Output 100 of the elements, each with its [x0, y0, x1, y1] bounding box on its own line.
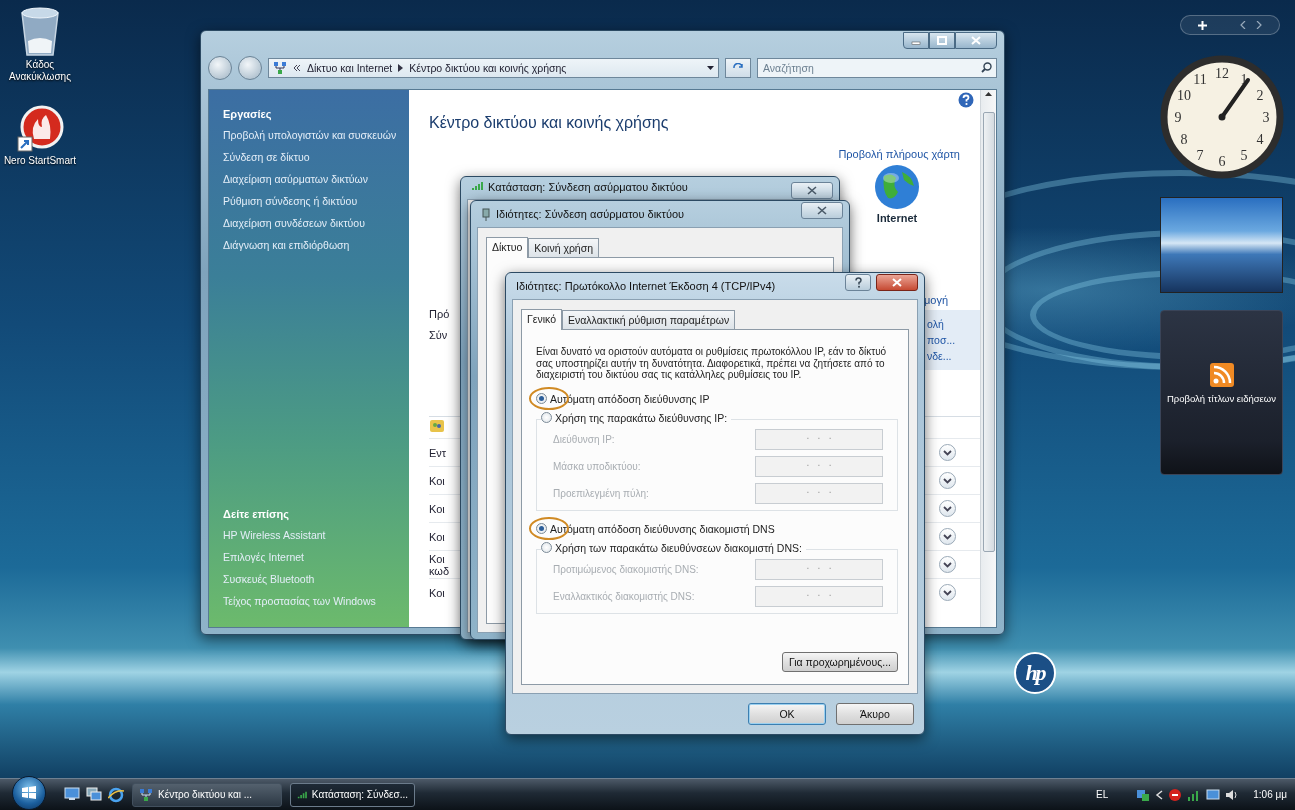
expand-button[interactable]	[939, 584, 956, 601]
desktop-icon[interactable]	[64, 786, 80, 801]
clock-time[interactable]: 1:06 μμ	[1253, 789, 1287, 800]
network-icon	[273, 61, 287, 75]
ok-button[interactable]: OK	[748, 703, 826, 725]
scrollbar[interactable]	[980, 90, 996, 627]
chevron-right-icon	[398, 64, 404, 72]
customize-link[interactable]: μογή	[924, 294, 980, 306]
breadcrumb-item[interactable]: Κέντρο δικτύου και κοινής χρήσης	[409, 62, 567, 74]
advanced-button[interactable]: Για προχωρημένους...	[781, 652, 898, 672]
maximize-button[interactable]	[929, 32, 955, 49]
forward-button[interactable]	[238, 56, 262, 80]
tab[interactable]: Κοινή χρήση	[528, 238, 600, 257]
feed-text[interactable]: Προβολή τίτλων ειδήσεων	[1167, 393, 1276, 405]
radio-option[interactable]: Χρήση της παρακάτω διεύθυνσης IP:	[541, 411, 732, 424]
chevron-down-icon	[943, 533, 952, 540]
tab[interactable]: Γενικό	[521, 309, 562, 330]
row-text: Σύν	[429, 329, 449, 341]
expand-button[interactable]	[939, 556, 956, 573]
row-text: Κοι	[429, 586, 445, 599]
scroll-thumb[interactable]	[982, 112, 995, 552]
field-label: Εναλλακτικός διακομιστής DNS:	[553, 590, 695, 602]
dialog-title: Ιδιότητες: Πρωτόκολλο Internet Έκδοση 4 (TCP/IPv4)	[516, 280, 777, 292]
expand-button[interactable]	[939, 472, 956, 489]
expand-button[interactable]	[939, 528, 956, 545]
flame-app-icon[interactable]	[16, 105, 64, 153]
search-icon	[981, 62, 992, 73]
desktop-icon-label[interactable]: Nero StartSmart	[3, 155, 77, 167]
help-icon	[853, 277, 863, 288]
chevron-down-icon	[943, 505, 952, 512]
language-indicator[interactable]: EL	[1096, 789, 1109, 800]
task-link[interactable]: Σύνδεση σε δίκτυο	[223, 151, 399, 164]
refresh-button[interactable]	[725, 58, 751, 78]
arrows-icon[interactable]	[1240, 21, 1263, 29]
expand-button[interactable]	[939, 444, 956, 461]
row-text: Κοι	[429, 530, 445, 543]
arrow-left-icon[interactable]	[1155, 789, 1164, 800]
speaker-icon[interactable]	[1225, 787, 1240, 802]
plus-icon[interactable]	[1197, 20, 1207, 30]
back-button[interactable]	[208, 56, 232, 80]
clock-numeral: 7	[1196, 148, 1204, 164]
panel-link[interactable]: ολή	[927, 318, 977, 330]
recycle-bin-icon[interactable]	[18, 5, 62, 57]
row-text: κωδ	[429, 564, 450, 577]
help-icon[interactable]	[958, 92, 974, 108]
search-field[interactable]: Αναζήτηση	[757, 58, 997, 78]
clock-numeral: 10	[1176, 88, 1191, 103]
expand-button[interactable]	[939, 500, 956, 517]
clock-numeral: 6	[1218, 154, 1226, 169]
tab[interactable]: Εναλλακτική ρύθμιση παραμέτρων	[562, 310, 736, 329]
close-button[interactable]	[791, 182, 833, 199]
rss-icon	[1209, 363, 1234, 387]
task-link[interactable]: Προβολή υπολογιστών και συσκευών	[223, 129, 399, 142]
tab[interactable]: Δίκτυο	[486, 237, 529, 258]
address-bar[interactable]: Δίκτυο και Internet Κέντρο δικτύου και κοινής χρήσης	[268, 58, 719, 78]
row-text: Κοι	[429, 552, 446, 565]
close-icon	[892, 278, 902, 287]
cancel-button[interactable]: Άκυρο	[836, 703, 914, 725]
page-title: Κέντρο δικτύου και κοινής χρήσης	[429, 114, 670, 132]
task-link[interactable]: Διάγνωση και επιδιόρθωση	[223, 239, 399, 252]
clock-numeral: 5	[1240, 148, 1248, 164]
signal-bars-icon	[471, 181, 483, 191]
task-link[interactable]: Διαχείριση ασύρματων δικτύων	[223, 173, 399, 186]
close-icon	[817, 206, 827, 215]
wallpaper-logo: hp	[1014, 652, 1056, 694]
close-button[interactable]	[801, 202, 843, 219]
breadcrumb-item[interactable]: Δίκτυο και Internet	[307, 62, 393, 74]
start-button[interactable]	[12, 775, 46, 810]
close-button[interactable]	[955, 32, 997, 49]
task-link[interactable]: Διαχείριση συνδέσεων δικτύου	[223, 217, 399, 230]
panel-link[interactable]: νδε...	[927, 350, 977, 362]
map-link[interactable]: Προβολή πλήρους χάρτη	[838, 148, 960, 160]
dialog-title: Ιδιότητες: Σύνδεση ασύρματου δικτύου	[496, 208, 686, 220]
description-text: Είναι δυνατό να οριστούν αυτόματα οι ρυθμίσεις πρωτοκόλλου IP, εάν το δίκτυό σας υποστηρίζει αυτήν τη δυνατότητα. Διαφορετικά, πρέπει να ζητήσετε από το διαχειριστή του δικτύου σας τις κατάλληλες ρυθμίσεις του IP.	[536, 346, 888, 381]
taskbar-button[interactable]: Κατάσταση: Σύνδεσ...	[290, 782, 415, 807]
windows-switch-icon[interactable]	[86, 786, 102, 801]
section-heading: Δείτε επίσης	[223, 508, 291, 520]
network-adapter-icon	[481, 207, 491, 221]
clock-numeral: 4	[1256, 132, 1264, 147]
radio-option[interactable]: Χρήση των παρακάτω διευθύνσεων διακομιστή DNS:	[541, 541, 806, 554]
minimize-button[interactable]	[903, 32, 929, 49]
dialog-title: Κατάσταση: Σύνδεση ασύρματου δικτύου	[488, 181, 689, 193]
field-label: Μάσκα υποδικτύου:	[553, 460, 641, 472]
panel-link[interactable]: ποσ...	[927, 334, 977, 346]
row-text: Κοι	[429, 474, 445, 487]
clock-numeral: 12	[1215, 66, 1229, 81]
close-icon	[807, 186, 817, 195]
task-link[interactable]: Ρύθμιση σύνδεσης ή δικτύου	[223, 195, 399, 208]
close-icon	[971, 36, 981, 45]
browser-icon[interactable]	[108, 786, 124, 803]
close-button[interactable]	[876, 274, 918, 291]
desktop-icon-label[interactable]: Κάδος Ανακύκλωσης	[2, 59, 78, 83]
section-heading: Εργασίες	[223, 108, 273, 120]
taskbar-button[interactable]: Κέντρο δικτύου και ...	[132, 782, 282, 807]
row-text: Κοι	[429, 502, 445, 515]
clock-numeral: 8	[1180, 132, 1188, 147]
people-icon	[429, 417, 445, 433]
clock-numeral: 2	[1256, 88, 1264, 103]
help-button[interactable]	[845, 274, 871, 291]
maximize-icon	[937, 36, 947, 45]
